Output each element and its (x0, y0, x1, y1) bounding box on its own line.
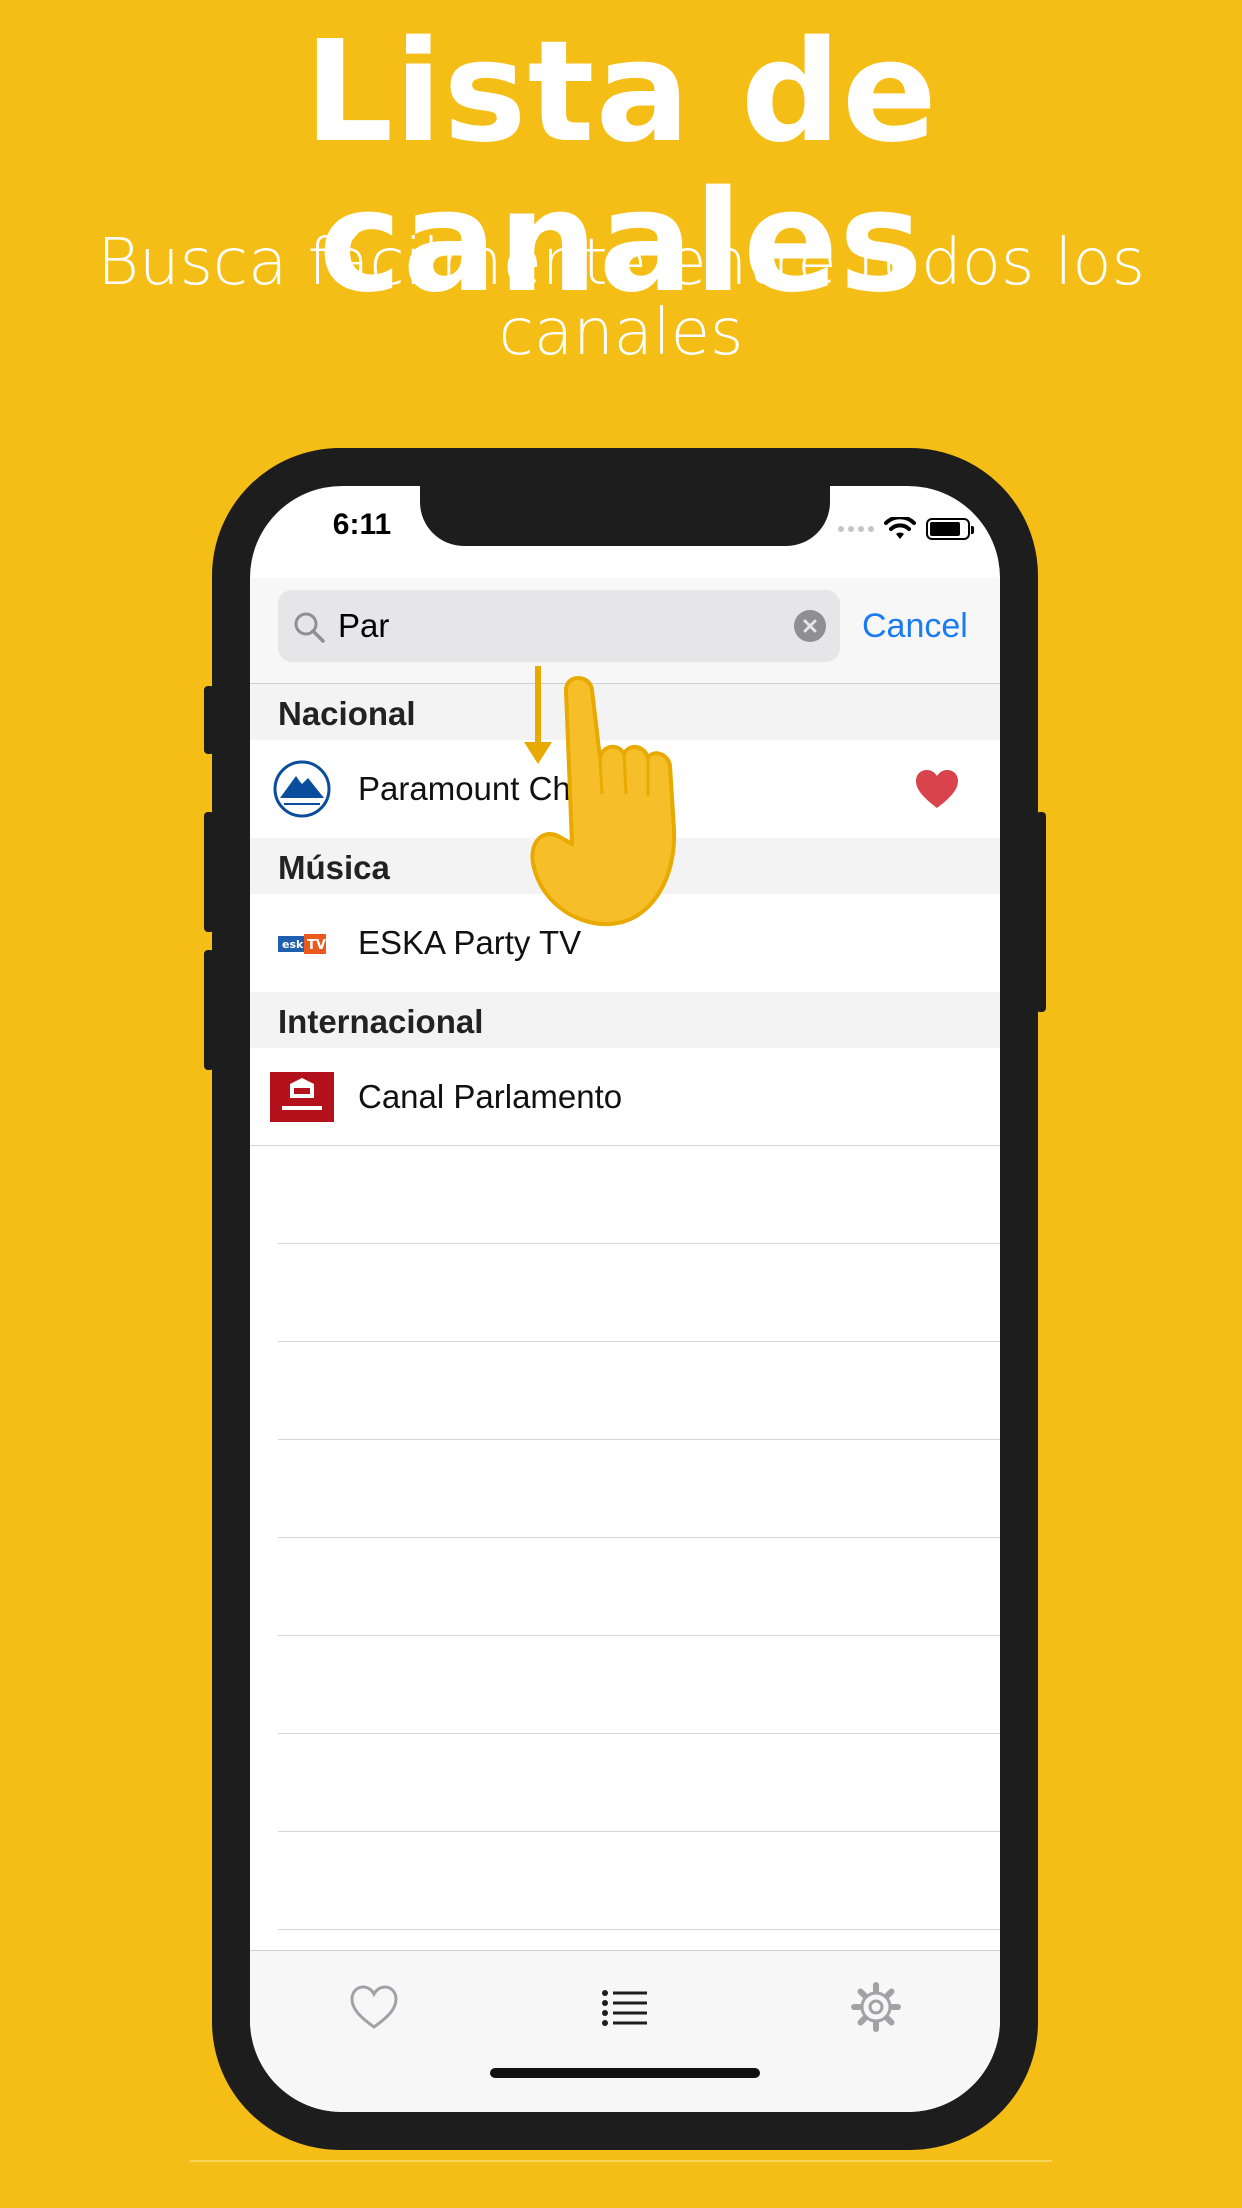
phone-notch (420, 486, 830, 546)
pointing-hand-icon (524, 666, 677, 927)
gear-icon[interactable] (848, 1979, 904, 2035)
channel-row-parlamento[interactable]: Canal Parlamento (250, 1048, 1000, 1146)
search-input[interactable]: Par (338, 590, 389, 662)
page-subheadline: Busca fácilmente entre todos los canales (97, 226, 1145, 370)
bottom-divider (190, 2160, 1052, 2162)
list-icon[interactable] (597, 1979, 653, 2035)
status-icons (838, 516, 974, 542)
empty-row (278, 1440, 1000, 1538)
empty-row (278, 1636, 1000, 1734)
tab-bar (250, 1950, 1000, 2112)
eska-party-tv-logo: esk TV (278, 934, 326, 954)
favorite-heart-icon[interactable] (914, 768, 960, 810)
cancel-button[interactable]: Cancel (862, 590, 968, 662)
empty-row (278, 1146, 1000, 1244)
status-time: 6:11 (332, 508, 392, 541)
section-header-internacional: Internacional (250, 992, 1000, 1048)
empty-row (278, 1734, 1000, 1832)
empty-row (278, 1538, 1000, 1636)
empty-row (278, 1832, 1000, 1930)
battery-icon (926, 518, 974, 540)
home-indicator (490, 2068, 760, 2078)
empty-row (278, 1342, 1000, 1440)
empty-row (278, 1244, 1000, 1342)
heart-icon[interactable] (346, 1979, 402, 2035)
search-field[interactable]: Par (278, 590, 840, 662)
clear-search-icon[interactable] (794, 610, 826, 642)
paramount-logo (273, 760, 331, 818)
search-icon (294, 612, 325, 643)
svg-text:esk: esk (282, 938, 304, 951)
wifi-icon (884, 517, 916, 539)
svg-text:TV: TV (307, 938, 326, 953)
canal-parlamento-logo (270, 1072, 334, 1122)
signal-icon (838, 526, 874, 532)
channel-name: Canal Parlamento (358, 1078, 623, 1115)
